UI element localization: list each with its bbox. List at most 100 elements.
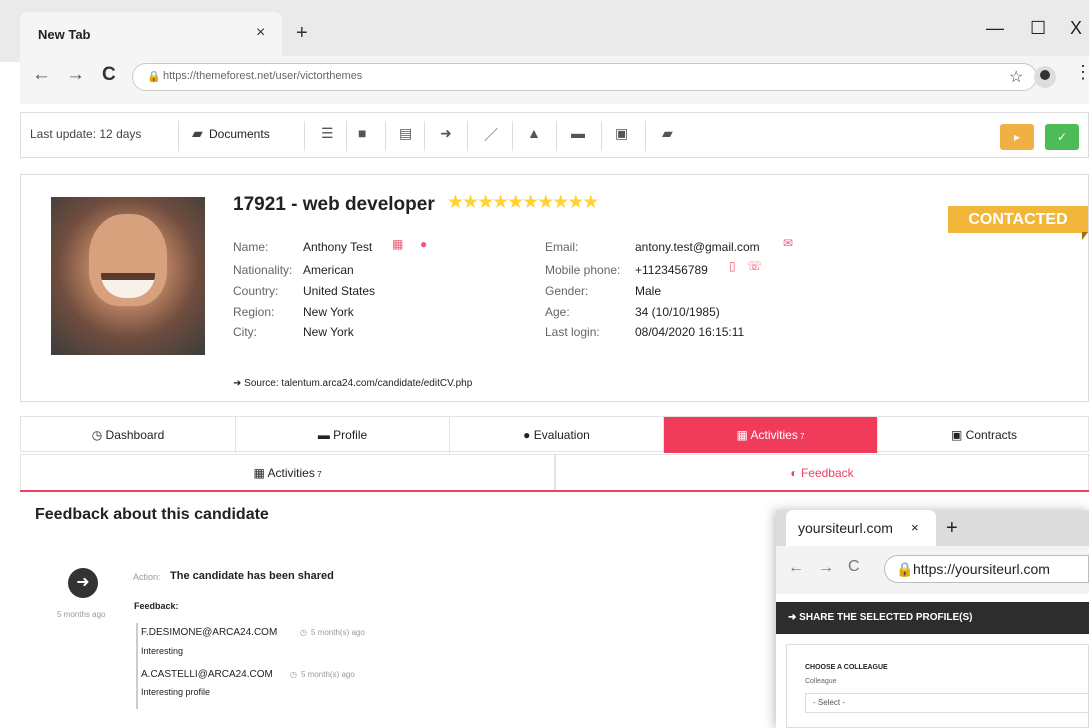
candidate-page: Last update: 12 days ▰ Documents ☰ ■ ▤ ➜… xyxy=(20,104,1089,728)
mini-reload-icon[interactable]: C xyxy=(848,558,860,576)
candidate-profile-card: 17921 - web developer ★★★★★★★★★★ CONTACT… xyxy=(20,174,1089,402)
action-text: The candidate has been shared xyxy=(170,570,334,582)
tab-dashboard-label: Dashboard xyxy=(105,428,165,442)
colleague-select[interactable]: - Select - xyxy=(805,693,1089,713)
source-text: ➜ Source: talentum.arca24.com/candidate/… xyxy=(233,378,472,389)
nationality-label: Nationality: xyxy=(233,263,293,277)
upload-icon[interactable]: ▲ xyxy=(527,125,541,141)
tab-evaluation[interactable]: ● Evaluation xyxy=(450,417,664,453)
address-bar[interactable]: 🔒 https://themeforest.net/user/victorthe… xyxy=(132,63,1037,91)
share-profile-popup-browser: yoursiteurl.com × + ← → C 🔒 https://yours… xyxy=(776,510,1089,728)
profile-avatar-icon[interactable] xyxy=(1034,66,1056,88)
tab-dashboard[interactable]: ◷ Dashboard xyxy=(21,417,236,453)
toolbar-divider xyxy=(385,121,386,151)
source-link[interactable]: Source: talentum.arca24.com/candidate/ed… xyxy=(244,378,472,389)
tab-contracts[interactable]: ▣ Contracts xyxy=(878,417,1089,453)
activities-calendar-icon: ▦ xyxy=(736,428,748,442)
archive-icon[interactable]: ▬ xyxy=(571,125,585,141)
share-selected-profiles-header: ➜ SHARE THE SELECTED PROFILE(S) xyxy=(776,602,1089,634)
documents-folder-icon: ▰ xyxy=(192,125,203,141)
evaluation-icon: ● xyxy=(523,428,531,442)
minimize-window-icon[interactable]: — xyxy=(986,18,1004,39)
mini-address-row: ← → C 🔒 https://yoursiteurl.com xyxy=(776,546,1089,594)
mobile-phone-label: Mobile phone: xyxy=(545,263,621,277)
age-label: Age: xyxy=(545,305,570,319)
mini-url-text: https://yoursiteurl.com xyxy=(913,561,1050,577)
contacted-status-badge: CONTACTED xyxy=(948,206,1088,240)
subtab-feedback[interactable]: ◐ Feedback xyxy=(555,454,1089,490)
toolbar-divider xyxy=(645,121,646,151)
phone-icon[interactable]: ☏ xyxy=(747,259,762,273)
play-button[interactable]: ▸ xyxy=(1000,124,1034,150)
maximize-window-icon[interactable]: ☐ xyxy=(1030,18,1046,39)
action-time: 5 months ago xyxy=(57,610,106,619)
mini-back-arrow-icon[interactable]: ← xyxy=(788,559,804,577)
action-label: Action: xyxy=(133,572,161,582)
tab-profile-label: Profile xyxy=(333,428,368,442)
last-login-value: 08/04/2020 16:15:11 xyxy=(635,325,745,339)
bookmark-star-icon[interactable]: ☆ xyxy=(1009,67,1023,87)
candidate-photo xyxy=(51,197,205,355)
colleague-selection-panel: CHOOSE A COLLEAGUE Colleague - Select - xyxy=(786,644,1089,728)
activities-subtab-icon: ▦ xyxy=(253,466,265,480)
chat-icon[interactable]: ● xyxy=(420,237,427,251)
address-bar-url: https://themeforest.net/user/victortheme… xyxy=(163,70,363,82)
mini-address-bar[interactable]: 🔒 https://yoursiteurl.com xyxy=(884,555,1089,583)
email-label: Email: xyxy=(545,240,579,254)
tab-profile[interactable]: ▬ Profile xyxy=(236,417,450,453)
mail-icon[interactable]: ✉ xyxy=(783,236,793,250)
mini-lock-icon: 🔒 xyxy=(896,561,914,577)
contracts-icon: ▣ xyxy=(950,428,963,442)
edit-icon[interactable]: ／ xyxy=(484,125,498,145)
mobile-icon[interactable]: ▯ xyxy=(729,259,736,273)
mini-browser-tab[interactable]: yoursiteurl.com × xyxy=(786,510,936,546)
rating-stars: ★★★★★★★★★★ xyxy=(447,192,599,213)
candidate-main-tabs: ◷ Dashboard ▬ Profile ● Evaluation ▦ Act… xyxy=(20,416,1089,453)
feedback-comment: Interesting profile xyxy=(141,687,211,697)
mini-new-tab-icon[interactable]: + xyxy=(946,517,958,540)
mini-tab-close-icon[interactable]: × xyxy=(911,520,919,535)
region-value: New York xyxy=(303,305,354,319)
mini-forward-arrow-icon[interactable]: → xyxy=(818,559,834,577)
browser-menu-icon[interactable]: ⋮ xyxy=(1074,62,1089,83)
subtab-activities[interactable]: ▦ Activities 7 xyxy=(20,454,555,490)
share-icon[interactable]: ➜ xyxy=(440,125,452,142)
share-action-icon: ➜ xyxy=(68,568,98,598)
close-window-icon[interactable]: X xyxy=(1070,18,1082,39)
forward-arrow-icon[interactable]: → xyxy=(66,64,85,86)
mobile-phone-value: +1123456789 xyxy=(635,263,708,277)
browser-tab-new-tab[interactable]: New Tab × xyxy=(20,12,282,62)
documents-button[interactable]: Documents xyxy=(209,127,270,141)
nationality-value: American xyxy=(303,263,354,277)
tab-activities-label: Activities xyxy=(750,428,798,442)
tab-activities[interactable]: ▦ Activities 7 xyxy=(664,417,878,453)
close-tab-icon[interactable]: × xyxy=(256,24,265,42)
region-label: Region: xyxy=(233,305,275,319)
new-tab-icon[interactable]: + xyxy=(296,22,308,45)
list-icon[interactable]: ☰ xyxy=(321,125,334,142)
video-icon[interactable]: ■ xyxy=(358,125,366,141)
check-button[interactable]: ✓ xyxy=(1045,124,1079,150)
tab-contracts-label: Contracts xyxy=(965,428,1018,442)
subtab-activities-label: Activities xyxy=(267,466,315,480)
back-arrow-icon[interactable]: ← xyxy=(32,64,51,86)
document-icon[interactable]: ▤ xyxy=(399,125,412,142)
reload-icon[interactable]: C xyxy=(102,64,116,86)
tab-evaluation-label: Evaluation xyxy=(533,428,590,442)
feedback-label: Feedback: xyxy=(134,601,179,611)
choose-colleague-label: CHOOSE A COLLEAGUE xyxy=(805,664,888,671)
toolbar-divider xyxy=(512,121,513,151)
clock-icon: ◷ xyxy=(300,628,307,637)
briefcase-icon[interactable]: ▣ xyxy=(615,125,628,142)
email-value: antony.test@gmail.com xyxy=(635,240,760,254)
gender-value: Male xyxy=(635,284,662,298)
mini-tab-title: yoursiteurl.com xyxy=(798,520,893,536)
last-update-text: Last update: 12 days xyxy=(30,127,142,141)
name-label: Name: xyxy=(233,240,269,254)
colleague-label: Colleague xyxy=(805,678,837,685)
toolbar-divider xyxy=(556,121,557,151)
browser-tab-bar: New Tab × + — ☐ X xyxy=(0,0,1089,62)
print-icon[interactable]: ▰ xyxy=(662,125,673,142)
calendar-icon[interactable]: ▦ xyxy=(392,237,403,251)
country-value: United States xyxy=(303,284,376,298)
